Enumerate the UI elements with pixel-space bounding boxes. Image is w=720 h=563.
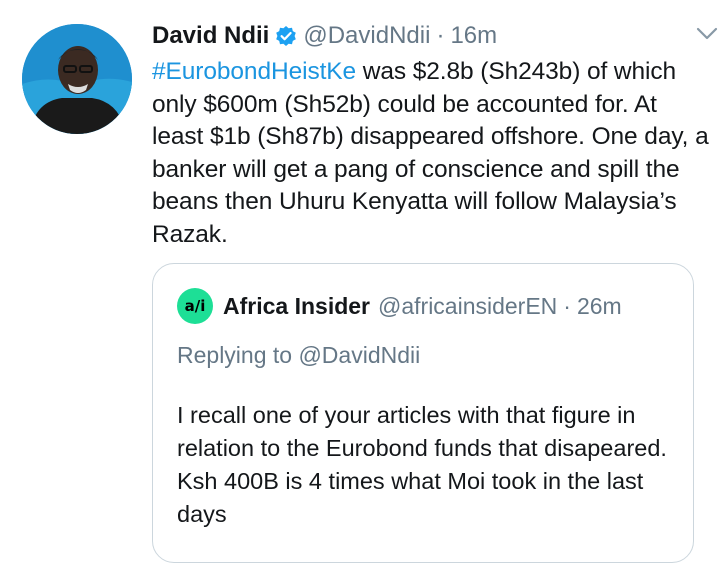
chevron-down-icon[interactable] (694, 20, 720, 46)
quoted-author-name[interactable]: Africa Insider (223, 293, 370, 320)
separator-dot: · (436, 22, 445, 49)
replying-to-label: Replying to @DavidNdii (177, 342, 421, 368)
quoted-tweet-timestamp[interactable]: 26m (577, 293, 622, 320)
author-name[interactable]: David Ndii (152, 22, 269, 50)
tweet-text: #EurobondHeistKe was $2.8b (Sh243b) of w… (152, 56, 712, 251)
quoted-author-avatar[interactable]: a/i (177, 288, 213, 324)
tweet-timestamp[interactable]: 16m (450, 22, 497, 50)
quoted-tweet[interactable]: a/i Africa Insider @africainsiderEN · 26… (152, 263, 694, 563)
tweet[interactable]: David Ndii @DavidNdii · 16m #EurobondHei… (152, 18, 718, 251)
quoted-avatar-glyph: a/i (184, 297, 206, 315)
quoted-separator-dot: · (563, 292, 571, 319)
tweet-text-body: was $2.8b (Sh243b) of which only $600m (… (152, 58, 709, 248)
hashtag-link[interactable]: #EurobondHeistKe (152, 58, 356, 85)
quoted-tweet-header: a/i Africa Insider @africainsiderEN · 26… (177, 288, 622, 324)
quoted-author-handle[interactable]: @africainsiderEN (378, 293, 557, 320)
author-handle[interactable]: @DavidNdii (303, 22, 430, 50)
verified-badge-icon (275, 25, 297, 47)
author-avatar[interactable] (22, 24, 132, 134)
tweet-header: David Ndii @DavidNdii · 16m (152, 18, 712, 54)
quoted-tweet-text: I recall one of your articles with that … (177, 402, 667, 527)
